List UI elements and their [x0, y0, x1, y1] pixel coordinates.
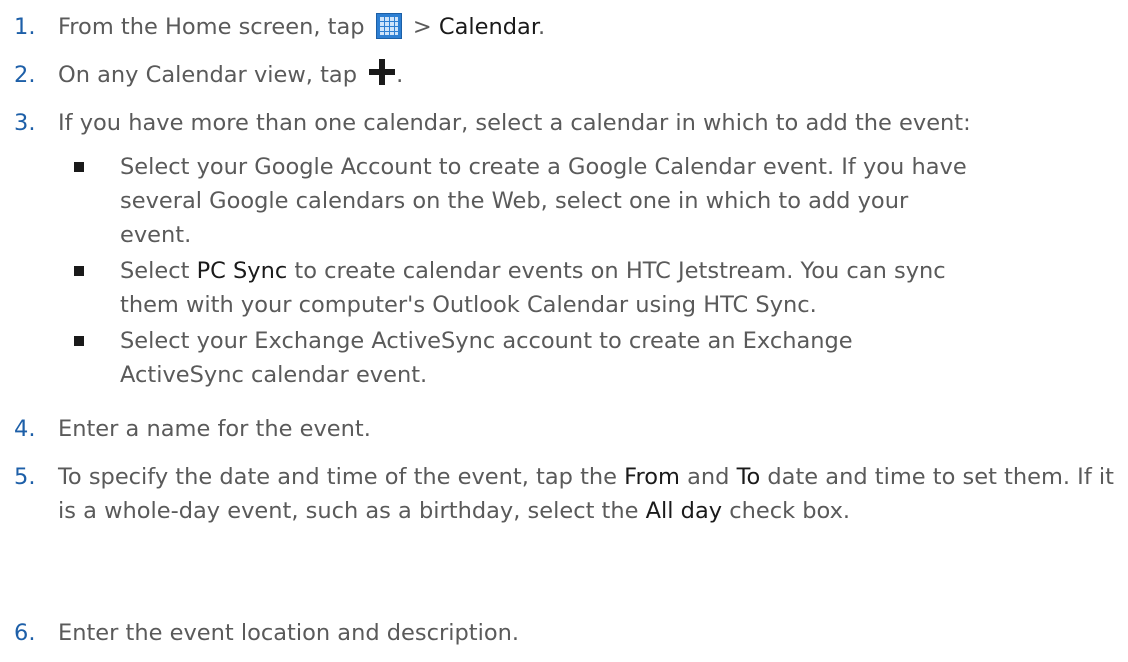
plus-icon [368, 58, 396, 86]
bullet-line: several Google calendars on the Web, sel… [120, 188, 909, 214]
step-number: 2. [14, 62, 36, 88]
bullet-line: them with your computer's Outlook Calend… [120, 292, 817, 318]
bullet-line: Select your Google Account to create a G… [120, 154, 967, 180]
bullet-marker [74, 336, 84, 346]
from-label: From [624, 464, 680, 490]
step-text: From the Home screen, tap > Calendar. [58, 10, 1126, 44]
bullet-text-segment: to create calendar events on HTC Jetstre… [287, 258, 946, 284]
step-number: 5. [14, 464, 36, 490]
step-text: If you have more than one calendar, sele… [58, 110, 971, 136]
bullet-line: ActiveSync calendar event. [120, 362, 428, 388]
step-text-segment: . [396, 62, 404, 88]
step-text-segment: > [405, 14, 439, 40]
bullet-line: Select PC Sync to create calendar events… [120, 254, 1120, 288]
all-day-label: All day [645, 498, 723, 524]
step-text-segment: check box. [722, 498, 851, 524]
step-text-segment: To specify the date and time of the even… [58, 464, 625, 490]
step-number: 4. [14, 416, 36, 442]
to-label: To [736, 464, 761, 490]
calendar-label: Calendar [438, 14, 538, 40]
step-text: Enter a name for the event. [58, 416, 371, 442]
all-apps-grid-icon [375, 13, 402, 39]
step-text: On any Calendar view, tap . [58, 58, 1126, 92]
bullet-line: Select your Exchange ActiveSync account … [120, 328, 853, 354]
step-text: Enter the event location and description… [58, 620, 520, 646]
bullet-text-segment: Select [120, 258, 197, 284]
pc-sync-label: PC Sync [196, 258, 288, 284]
step-text-segment: On any Calendar view, tap [58, 62, 365, 88]
instruction-document: 1. From the Home screen, tap > Calendar.… [0, 0, 1128, 662]
step-text-segment: and [679, 464, 737, 490]
step-number: 3. [14, 110, 36, 136]
bullet-line: event. [120, 222, 192, 248]
step-number: 6. [14, 620, 36, 646]
step-text: To specify the date and time of the even… [58, 460, 1118, 528]
step-text-segment: From the Home screen, tap [58, 14, 372, 40]
bullet-marker [74, 162, 84, 172]
bullet-marker [74, 266, 84, 276]
step-text-segment: . [538, 14, 546, 40]
step-number: 1. [14, 14, 36, 40]
